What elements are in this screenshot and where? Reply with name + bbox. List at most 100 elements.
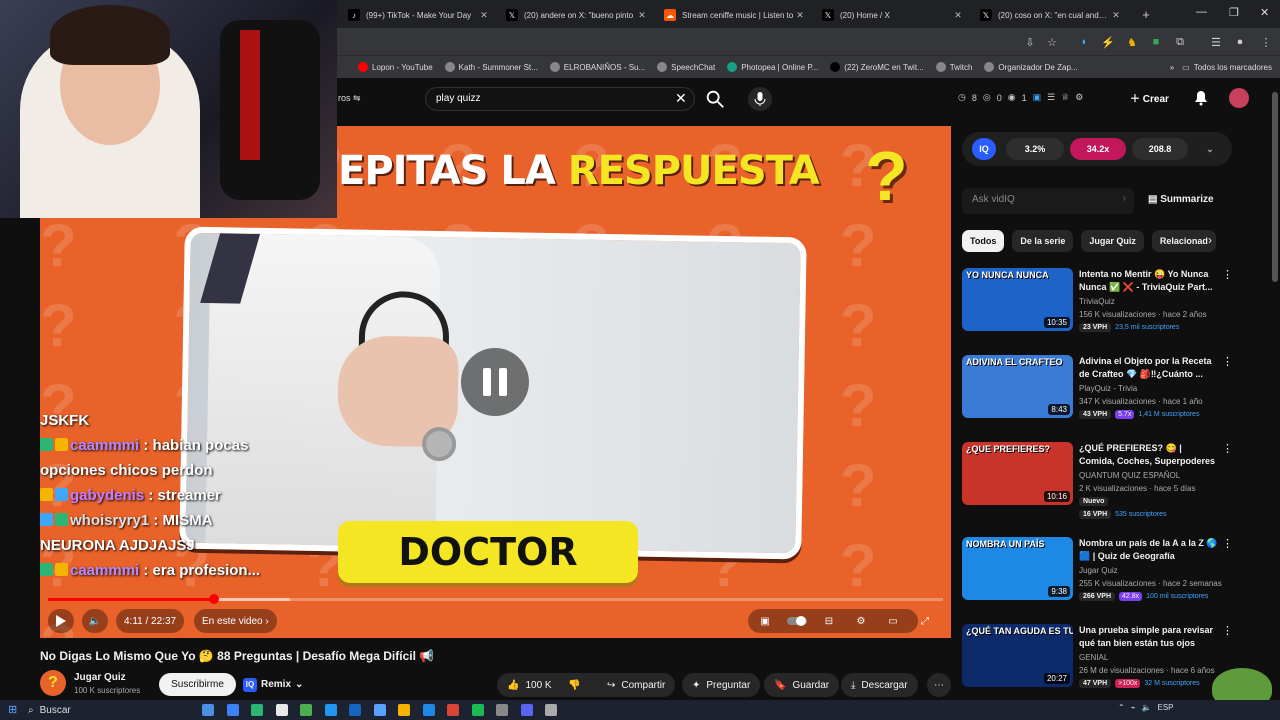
recommended-channel[interactable]: TriviaQuiz	[1079, 297, 1115, 306]
list-icon[interactable]: ☰	[1047, 92, 1055, 103]
scrubber-handle[interactable]	[208, 594, 219, 604]
recommended-channel[interactable]: PlayQuiz - Trivia	[1079, 384, 1137, 393]
bookmark-item[interactable]: Kạth - Summoner St...	[444, 62, 538, 72]
recommended-title[interactable]: ¿QUÉ PREFIERES? 😋 | Comida, Coches, Supe…	[1079, 442, 1219, 468]
volume-button[interactable]: 🔈	[82, 609, 108, 633]
close-tab-icon[interactable]: ✕	[478, 10, 490, 21]
extensions-puzzle-icon[interactable]: ⧉	[1172, 34, 1188, 50]
store-icon[interactable]	[275, 704, 288, 716]
settings-gear-icon[interactable]: ⚙	[852, 609, 870, 633]
edge-icon[interactable]	[251, 704, 263, 716]
install-icon[interactable]: ⇩	[1022, 34, 1038, 50]
app-icon[interactable]	[422, 704, 435, 716]
more-options-icon[interactable]: ⋮	[1222, 268, 1233, 281]
task-view-icon[interactable]	[202, 704, 214, 716]
file-explorer-icon[interactable]	[398, 704, 410, 716]
recommended-video[interactable]: YO NUNCA NUNCA 10:35 Intenta no Mentir 😜 Y…	[962, 268, 1233, 348]
create-button[interactable]: ＋ Crear	[1130, 90, 1169, 105]
tab-search-icon[interactable]: ☰	[1208, 34, 1224, 50]
chip-3[interactable]: Relacionad	[1151, 230, 1216, 252]
subscribe-button[interactable]: Suscribirme	[159, 673, 236, 696]
channel-name[interactable]: Jugar Quiz	[74, 672, 126, 683]
more-actions-button[interactable]: ⋯	[927, 673, 951, 697]
bookmark-item[interactable]: Twitch	[935, 62, 972, 72]
bookmark-item[interactable]: ELROBANIÑOS - Su...	[549, 62, 645, 72]
recommended-title[interactable]: Intenta no Mentir 😜 Yo Nunca Nunca ✅ ❌ -…	[1079, 268, 1219, 294]
vidiq-extension-icon[interactable]: ⚡	[1100, 34, 1116, 50]
network-icon[interactable]: ⌁	[1131, 703, 1136, 712]
settings-small-icon[interactable]: ⚙	[1075, 92, 1083, 103]
close-tab-icon[interactable]: ✕	[952, 10, 964, 21]
close-tab-icon[interactable]: ✕	[794, 10, 806, 21]
recommended-video[interactable]: ADIVINA EL CRAFTEO 8:43 Adivina el Objeto …	[962, 355, 1233, 435]
vidiq-player-icon[interactable]: ▣	[756, 609, 774, 633]
more-options-icon[interactable]: ⋮	[1222, 624, 1233, 637]
bookmark-item[interactable]: Organizador De Zap...	[984, 62, 1078, 72]
more-options-icon[interactable]: ⋮	[1222, 537, 1233, 550]
copilot-icon[interactable]	[226, 704, 239, 716]
summarize-button[interactable]: ▤ Summarize	[1148, 194, 1214, 205]
chrome-icon[interactable]	[447, 704, 459, 716]
video-thumbnail[interactable]: YO NUNCA NUNCA 10:35	[962, 268, 1073, 331]
play-button[interactable]	[48, 609, 74, 633]
more-bookmarks-icon[interactable]: »	[1170, 63, 1174, 72]
chevron-up-icon[interactable]: ⌃	[1118, 703, 1125, 712]
chapter-button[interactable]: En este video ›	[194, 609, 277, 633]
volume-icon[interactable]: 🔈	[1142, 703, 1152, 712]
browser-tab[interactable]: ☁ Stream ceniffe music | Listen to ✕	[656, 2, 814, 28]
menu-dots-icon[interactable]: ⋮	[1258, 34, 1274, 50]
bookmark-item[interactable]: SpeechChat	[657, 62, 715, 72]
bookmark-item[interactable]: Lopon - YouTube	[358, 62, 433, 72]
browser-tab[interactable]: 𝕏 (20) Home / X ✕	[814, 2, 972, 28]
discord-icon[interactable]	[520, 704, 533, 716]
download-button[interactable]: ⤓ Descargar	[841, 673, 918, 697]
theater-mode-icon[interactable]: ▭	[884, 609, 902, 633]
search-input[interactable]: play quizz	[425, 87, 695, 111]
recommended-video[interactable]: NOMBRA UN PAÍS 9:38 Nombra un país de la A…	[962, 537, 1233, 617]
page-scrollbar[interactable]	[1272, 92, 1278, 282]
new-tab-button[interactable]: +	[1136, 2, 1156, 28]
search-icon[interactable]	[704, 88, 726, 110]
voice-search-button[interactable]	[748, 87, 772, 111]
video-thumbnail[interactable]: NOMBRA UN PAÍS 9:38	[962, 537, 1073, 600]
restore-icon[interactable]: ❐	[1229, 6, 1239, 19]
browser-tab[interactable]: ♪ (99+) TikTok - Make Your Day ✕	[340, 2, 498, 28]
recommended-channel[interactable]: QUANTUM QUIZ ESPAÑOL	[1079, 471, 1180, 480]
app-icon[interactable]	[496, 704, 508, 716]
extension-icon[interactable]: ♞	[1124, 34, 1140, 50]
chip-0[interactable]: Todos	[962, 230, 1005, 252]
more-options-icon[interactable]: ⋮	[1222, 442, 1233, 455]
share-button[interactable]: ↪ Compartir	[597, 673, 676, 697]
channel-avatar[interactable]: ?	[40, 670, 66, 696]
filters-button[interactable]: ros ⇋	[338, 93, 361, 104]
ask-button[interactable]: ✦ Preguntar	[682, 673, 761, 697]
app-icon[interactable]	[349, 704, 361, 716]
video-thumbnail[interactable]: ¿QUE PREFIERES? 10:16	[962, 442, 1073, 505]
more-options-icon[interactable]: ⋮	[1222, 355, 1233, 368]
vidiq-icon[interactable]: ▣	[1033, 92, 1042, 103]
obs-icon[interactable]	[545, 704, 557, 716]
chip-2[interactable]: Jugar Quiz	[1081, 230, 1144, 252]
trophy-icon[interactable]: ♕	[1061, 92, 1069, 103]
browser-tab[interactable]: 𝕏 (20) andere on X: "bueno pinto ✕	[498, 2, 656, 28]
app-icon[interactable]	[324, 704, 337, 716]
recommended-video[interactable]: ¿QUÉ TAN AGUDA ES TU VISIÓN? 20:27 Una pru…	[962, 624, 1233, 704]
profile-icon[interactable]: ●	[1232, 34, 1248, 50]
recommended-title[interactable]: Adivina el Objeto por la Receta de Craft…	[1079, 355, 1219, 381]
bookmark-item[interactable]: Photopea | Online P...	[727, 62, 818, 72]
account-avatar[interactable]	[1229, 88, 1249, 108]
all-bookmarks-folder[interactable]: ▭ Todos los marcadores	[1182, 63, 1272, 72]
video-thumbnail[interactable]: ¿QUÉ TAN AGUDA ES TU VISIÓN? 20:27	[962, 624, 1073, 687]
extension-icon[interactable]: ◗	[1076, 34, 1092, 50]
windows-start-icon[interactable]: ⊞	[8, 703, 17, 716]
send-arrow-icon[interactable]: ›	[1123, 193, 1126, 204]
chip-1[interactable]: De la serie	[1012, 230, 1074, 252]
notifications-bell-icon[interactable]	[1193, 90, 1209, 106]
subtitles-icon[interactable]: ⊟	[820, 609, 838, 633]
chips-next-icon[interactable]: ›	[1208, 233, 1212, 247]
fullscreen-icon[interactable]: ⤢	[916, 609, 934, 633]
dislike-button[interactable]: 👎	[560, 673, 590, 697]
save-button[interactable]: 🔖 Guardar	[764, 673, 840, 697]
close-tab-icon[interactable]: ✕	[636, 10, 648, 21]
recommended-channel[interactable]: Jugar Quiz	[1079, 566, 1118, 575]
